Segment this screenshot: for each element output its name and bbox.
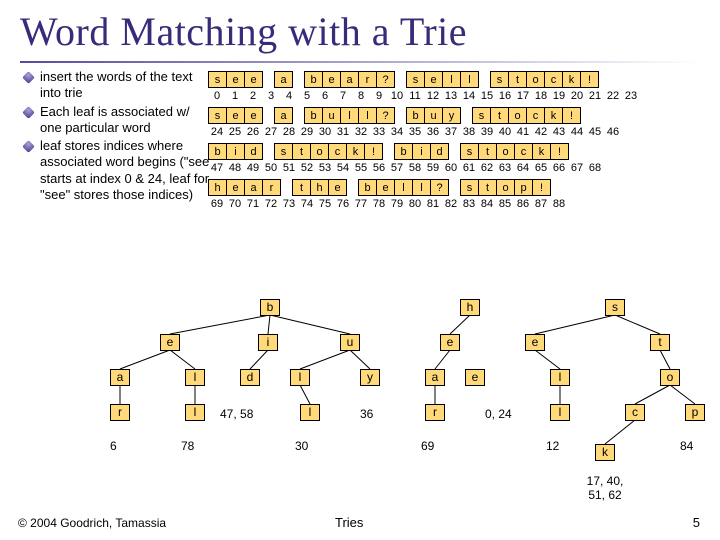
trie-node: e	[440, 334, 460, 351]
trie-leaf-indices: 47, 58	[220, 407, 253, 421]
trie-leaf-indices: 6	[110, 439, 117, 453]
trie-node: y	[360, 369, 380, 386]
trie-leaf-indices: 12	[546, 439, 559, 453]
trie-diagram: b h s e i u e e t a l d l y a e l o r l l r l c p k 47, 58 36 0, 24 6…	[30, 299, 720, 540]
trie-node: k	[595, 444, 615, 461]
footer-page-number: 5	[693, 515, 700, 530]
trie-node: t	[650, 334, 670, 351]
trie-node: b	[260, 299, 280, 316]
trie-node: s	[605, 299, 625, 316]
trie-node: a	[425, 369, 445, 386]
trie-leaf-indices: 84	[680, 439, 693, 453]
trie-node: a	[110, 369, 130, 386]
bullet-item: insert the words of the text into trie	[24, 69, 214, 102]
trie-leaf-indices: 30	[295, 439, 308, 453]
trie-node: r	[425, 404, 445, 421]
trie-node: d	[240, 369, 260, 386]
trie-node: l	[185, 404, 205, 421]
bullet-item: Each leaf is associated w/ one particula…	[24, 104, 214, 137]
slide-title: Word Matching with a Trie	[20, 8, 700, 55]
bullet-item: leaf stores indices where associated wor…	[24, 138, 214, 203]
trie-node: i	[258, 334, 278, 351]
trie-node: o	[660, 369, 680, 386]
trie-node: p	[685, 404, 705, 421]
trie-node: l	[550, 369, 570, 386]
trie-node: u	[340, 334, 360, 351]
trie-node: l	[550, 404, 570, 421]
trie-leaf-indices: 78	[181, 439, 194, 453]
trie-leaf-indices: 0, 24	[485, 407, 512, 421]
trie-node: l	[300, 404, 320, 421]
trie-node: r	[110, 404, 130, 421]
trie-node: c	[625, 404, 645, 421]
trie-node: l	[290, 369, 310, 386]
trie-node: e	[160, 334, 180, 351]
trie-node: e	[525, 334, 545, 351]
trie-node: h	[460, 299, 480, 316]
trie-leaf-indices: 69	[421, 439, 434, 453]
trie-leaf-indices: 17, 40, 51, 62	[575, 474, 635, 502]
trie-node: e	[465, 369, 485, 386]
footer-topic: Tries	[335, 515, 363, 530]
footer-copyright: © 2004 Goodrich, Tamassia	[18, 516, 166, 530]
text-strips: seeabear?sellstock!012345678910111213141…	[208, 71, 640, 215]
trie-node: l	[185, 369, 205, 386]
trie-leaf-indices: 36	[360, 407, 373, 421]
title-rule	[20, 61, 700, 63]
bullet-list: insert the words of the text into trieEa…	[24, 69, 214, 205]
trie-edges	[30, 299, 720, 540]
